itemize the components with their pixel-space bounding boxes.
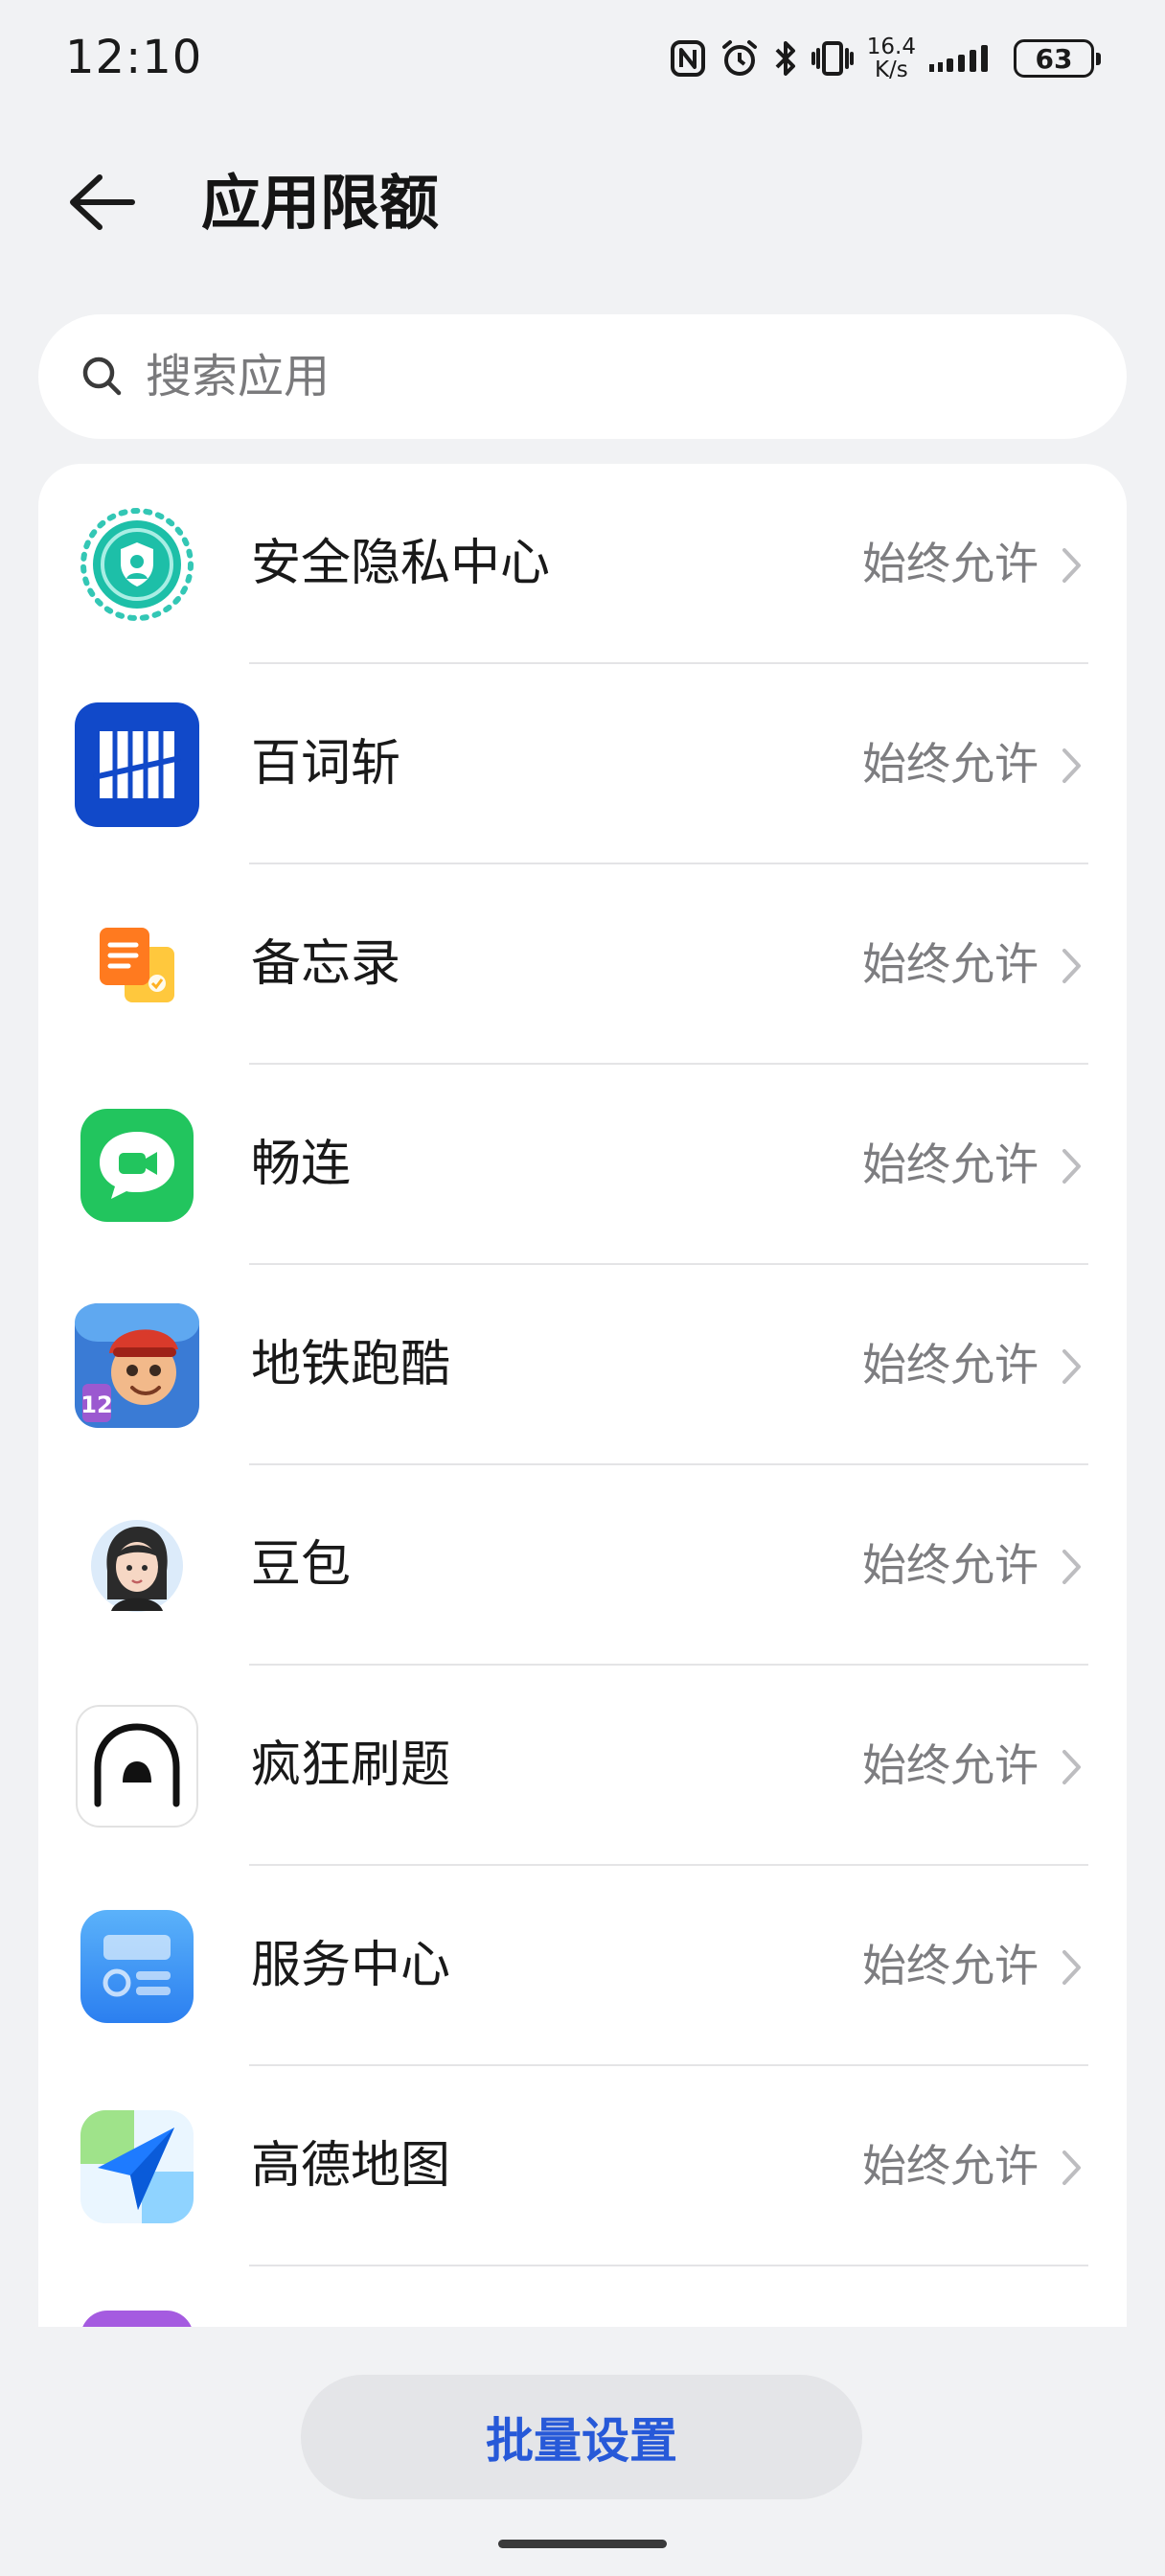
- app-status: 始终允许: [862, 1940, 1039, 1991]
- list-item[interactable]: 安全隐私中心 始终允许: [38, 464, 1127, 664]
- app-name: 地铁跑酷: [251, 1336, 451, 1393]
- search-input[interactable]: [144, 349, 1010, 404]
- search-bar[interactable]: [38, 314, 1127, 439]
- service-center-icon: [80, 1910, 194, 2023]
- app-icon-partial: [82, 2311, 192, 2327]
- app-name: 百词斩: [251, 735, 401, 793]
- net-speed-unit: K/s: [874, 58, 908, 82]
- app-status: 始终允许: [862, 2140, 1039, 2192]
- app-name: 高德地图: [251, 2137, 451, 2195]
- signal-icon: [929, 41, 1000, 76]
- status-icons: 16.4 K/s 63: [670, 33, 1101, 84]
- security-privacy-center-icon: [80, 508, 194, 621]
- vibrate-icon: [811, 38, 854, 79]
- app-status: 始终允许: [862, 738, 1039, 790]
- app-name: 豆包: [251, 1536, 352, 1594]
- search-icon: [82, 356, 122, 396]
- list-item[interactable]: 疯狂刷题 始终允许: [38, 1666, 1127, 1866]
- list-item[interactable]: 12 地铁跑酷 始终允许: [38, 1265, 1127, 1465]
- app-status: 始终允许: [862, 1539, 1039, 1591]
- app-status: 始终允许: [862, 1739, 1039, 1791]
- list-item[interactable]: 高德地图 始终允许: [38, 2066, 1127, 2266]
- home-indicator[interactable]: [498, 2540, 667, 2548]
- app-list: 安全隐私中心 始终允许 百词斩 始终允许 备忘录 始终允许 畅连 始终允许 12…: [38, 464, 1127, 2327]
- svg-text:12: 12: [80, 1392, 112, 1418]
- chevron-right-icon: [1062, 548, 1081, 583]
- chevron-right-icon: [1062, 748, 1081, 783]
- amap-icon: [80, 2110, 194, 2223]
- chevron-right-icon: [1062, 949, 1081, 983]
- list-item[interactable]: 豆包 始终允许: [38, 1465, 1127, 1666]
- doubao-icon: [91, 1520, 183, 1612]
- app-limits-screen: 12:10 16.4 K/s 63 应用限额 搜索应用 安全隐私中心 始终允许 …: [0, 0, 1165, 2576]
- nfc-icon: [670, 39, 706, 78]
- app-status: 始终允许: [862, 538, 1039, 589]
- list-item[interactable]: 备忘录 始终允许: [38, 864, 1127, 1065]
- app-name: 畅连: [251, 1136, 352, 1193]
- chevron-right-icon: [1062, 2150, 1081, 2185]
- app-status: 始终允许: [862, 1339, 1039, 1391]
- chevron-right-icon: [1062, 1550, 1081, 1584]
- fengkuang-shuati-icon: [76, 1705, 198, 1828]
- battery-level: 63: [1035, 42, 1073, 75]
- arrow-left-icon: [67, 173, 136, 235]
- app-name: 备忘录: [251, 935, 401, 993]
- chevron-right-icon: [1062, 1349, 1081, 1384]
- net-speed: 16.4 K/s: [867, 35, 916, 81]
- list-item-partial[interactable]: [38, 2266, 1127, 2327]
- status-time: 12:10: [65, 31, 203, 84]
- app-name: 疯狂刷题: [251, 1736, 451, 1794]
- changlian-icon: [80, 1109, 194, 1222]
- chevron-right-icon: [1062, 1950, 1081, 1985]
- net-speed-value: 16.4: [866, 34, 916, 59]
- bluetooth-icon: [773, 38, 798, 79]
- list-item[interactable]: 畅连 始终允许: [38, 1065, 1127, 1265]
- back-button[interactable]: [67, 161, 163, 247]
- list-item[interactable]: 百词斩 始终允许: [38, 664, 1127, 864]
- notes-icon: [100, 928, 174, 1002]
- page-title: 应用限额: [201, 168, 440, 238]
- app-status: 始终允许: [862, 938, 1039, 990]
- battery-icon: 63: [1014, 39, 1101, 78]
- chevron-right-icon: [1062, 1750, 1081, 1784]
- alarm-icon: [720, 38, 760, 79]
- list-item[interactable]: 服务中心 始终允许: [38, 1866, 1127, 2066]
- chevron-right-icon: [1062, 1149, 1081, 1184]
- baicizhan-icon: [75, 702, 199, 827]
- app-status: 始终允许: [862, 1138, 1039, 1190]
- app-name: 服务中心: [251, 1937, 451, 1994]
- status-bar: 12:10 16.4 K/s 63: [0, 0, 1165, 115]
- batch-settings-button[interactable]: 批量设置: [301, 2375, 862, 2499]
- app-name: 安全隐私中心: [251, 535, 551, 592]
- subway-surfers-icon: 12: [75, 1303, 199, 1428]
